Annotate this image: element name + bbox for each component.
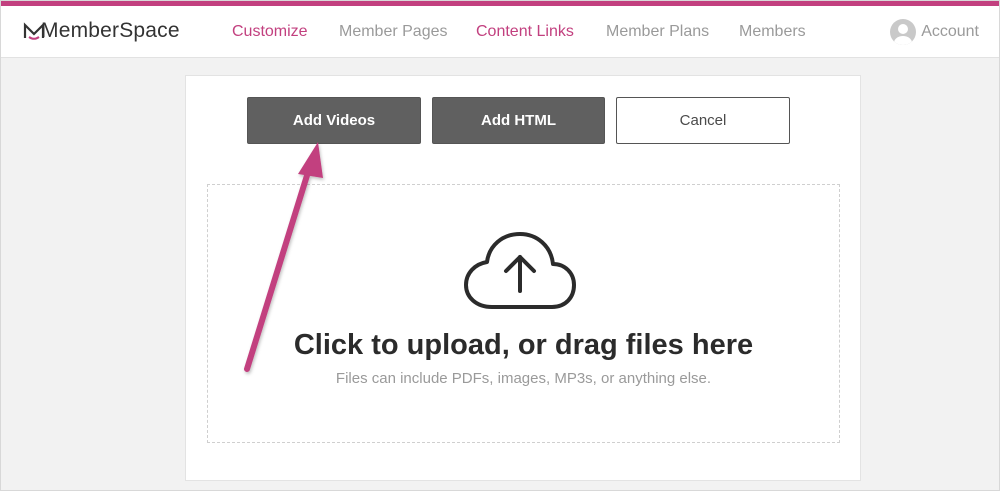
top-navbar: MemberSpace Customize Member Pages Conte…	[1, 6, 999, 58]
upload-subtitle: Files can include PDFs, images, MP3s, or…	[335, 370, 712, 387]
nav-member-pages[interactable]: Member Pages	[339, 23, 448, 41]
nav-customize[interactable]: Customize	[232, 23, 308, 41]
account-menu[interactable]: Account	[890, 19, 979, 45]
nav-members[interactable]: Members	[739, 23, 806, 41]
file-dropzone[interactable]: Click to upload, or drag files here File…	[207, 184, 840, 443]
brand-name: MemberSpace	[41, 19, 180, 42]
user-avatar-icon	[890, 19, 917, 45]
cancel-button[interactable]: Cancel	[616, 97, 790, 144]
cloud-upload-icon	[464, 232, 576, 309]
upload-title: Click to upload, or drag files here	[293, 329, 754, 361]
content-panel: Add Videos Add HTML Cancel Click to uplo…	[185, 75, 861, 481]
add-videos-button[interactable]: Add Videos	[247, 97, 421, 144]
account-label: Account	[921, 23, 979, 40]
brand-logo[interactable]: MemberSpace	[23, 19, 180, 43]
nav-content-links[interactable]: Content Links	[476, 23, 574, 41]
nav-member-plans[interactable]: Member Plans	[606, 23, 709, 41]
add-html-button[interactable]: Add HTML	[432, 97, 605, 144]
